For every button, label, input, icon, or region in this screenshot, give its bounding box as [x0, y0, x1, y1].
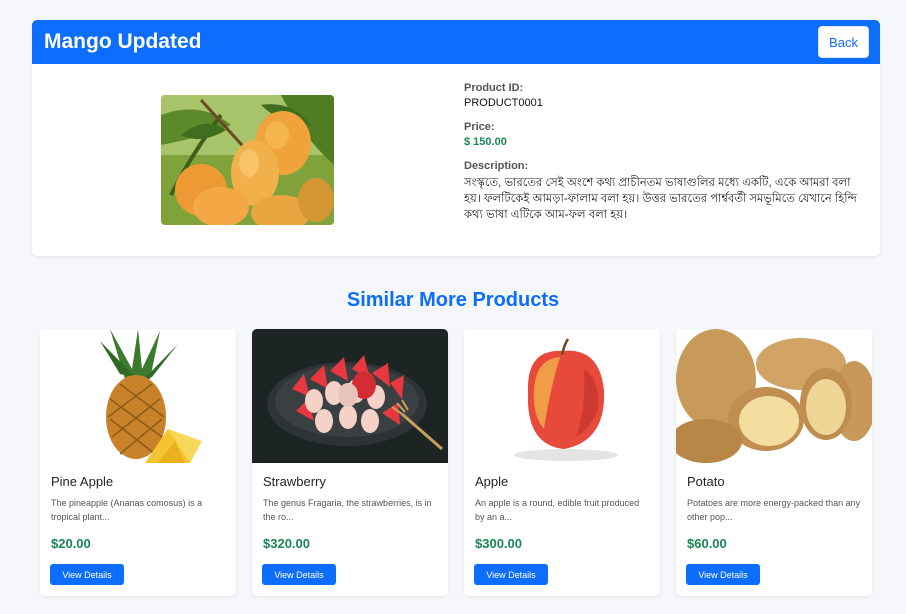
product-card-strawberry: Strawberry The genus Fragaria, the straw… — [252, 329, 448, 596]
price-value: $ 150.00 — [464, 136, 507, 148]
product-id-block: Product ID: PRODUCT0001 — [464, 82, 864, 109]
product-price: $20.00 — [51, 536, 91, 551]
mango-image — [161, 95, 334, 225]
view-details-button[interactable]: View Details — [50, 564, 124, 585]
product-card-apple: Apple An apple is a round, edible fruit … — [464, 329, 660, 596]
description-label: Description: — [464, 160, 529, 172]
product-description: The pineapple (Ananas comosus) is a trop… — [51, 498, 203, 522]
product-name: Pine Apple — [51, 474, 114, 489]
product-price: $60.00 — [687, 536, 727, 551]
description-value: সংস্কৃতে, ভারতের সেই অংশে কথ্য প্রাচীনতম… — [464, 177, 857, 221]
product-price: $300.00 — [475, 536, 522, 551]
product-title: Mango Updated — [44, 30, 202, 53]
view-details-button[interactable]: View Details — [262, 564, 336, 585]
product-details: Product ID: PRODUCT0001 Price: $ 150.00 … — [464, 82, 864, 235]
strawberry-photo-icon — [252, 329, 448, 463]
price-label: Price: — [464, 121, 495, 133]
product-id-value: PRODUCT0001 — [464, 97, 543, 109]
product-id-label: Product ID: — [464, 82, 524, 94]
price-block: Price: $ 150.00 — [464, 121, 864, 148]
product-name: Potato — [687, 474, 725, 489]
view-details-button[interactable]: View Details — [474, 564, 548, 585]
product-description: Potatoes are more energy-packed than any… — [687, 498, 861, 522]
card-header: Mango Updated Back — [32, 20, 880, 64]
similar-products-heading: Similar More Products — [346, 289, 560, 311]
product-price: $320.00 — [263, 536, 310, 551]
back-button[interactable]: Back — [818, 26, 869, 58]
pineapple-photo-icon — [40, 329, 236, 463]
product-detail-card: Mango Updated Back Product ID: PRODUCT00… — [32, 20, 880, 256]
product-name: Strawberry — [263, 474, 326, 489]
product-card-pineapple: Pine Apple The pineapple (Ananas comosus… — [40, 329, 236, 596]
product-description: An apple is a round, edible fruit produc… — [475, 498, 640, 522]
mango-photo-icon — [161, 95, 334, 225]
description-block: Description: সংস্কৃতে, ভারতের সেই অংশে ক… — [464, 160, 864, 223]
product-description: The genus Fragaria, the strawberries, is… — [263, 498, 432, 522]
product-card-potato: Potato Potatoes are more energy-packed t… — [676, 329, 872, 596]
potato-photo-icon — [676, 329, 872, 463]
product-name: Apple — [475, 474, 509, 489]
view-details-button[interactable]: View Details — [686, 564, 760, 585]
similar-products-grid: Pine Apple The pineapple (Ananas comosus… — [40, 329, 873, 596]
apple-photo-icon — [464, 329, 660, 463]
